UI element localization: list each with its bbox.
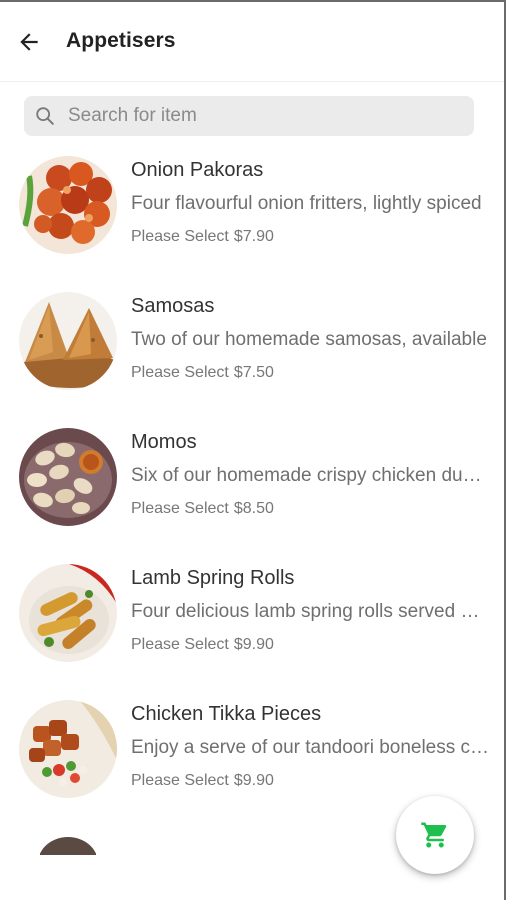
menu-item[interactable]: Lamb Spring Rolls Four delicious lamb sp… <box>0 560 504 696</box>
item-meta: Please Select $7.50 <box>131 364 274 382</box>
search-bar[interactable] <box>24 96 474 136</box>
item-description: Four delicious lamb spring rolls served … <box>131 601 493 622</box>
app-screen: Appetisers Search for item Onion Pakoras… <box>0 0 506 900</box>
item-meta: Please Select $9.90 <box>131 636 274 654</box>
item-meta: Please Select $9.90 <box>131 772 274 790</box>
menu-item-list: Onion Pakoras Four flavourful onion frit… <box>0 152 504 832</box>
item-description: Six of our homemade crispy chicken dumpl… <box>131 465 493 486</box>
item-meta: Please Select $8.50 <box>131 500 274 518</box>
arrow-left-icon <box>20 33 38 51</box>
item-image <box>19 700 117 798</box>
header-bar: Appetisers <box>0 2 504 82</box>
search-input[interactable] <box>66 104 450 128</box>
shopping-cart-icon <box>421 822 447 848</box>
item-price: $7.50 <box>233 364 274 381</box>
item-price: $9.90 <box>233 772 274 789</box>
item-description: Four flavourful onion fritters, lightly … <box>131 193 482 214</box>
cart-button[interactable] <box>396 796 474 874</box>
item-name: Samosas <box>131 295 215 317</box>
menu-item[interactable]: Onion Pakoras Four flavourful onion frit… <box>0 152 504 288</box>
item-name: Onion Pakoras <box>131 159 264 181</box>
item-select-label: Please Select <box>131 500 229 517</box>
menu-item[interactable]: Momos Six of our homemade crispy chicken… <box>0 424 504 560</box>
item-image <box>19 564 117 662</box>
item-price: $7.90 <box>233 228 274 245</box>
page-title: Appetisers <box>66 29 176 52</box>
item-name: Lamb Spring Rolls <box>131 567 295 589</box>
item-meta: Please Select $7.90 <box>131 228 274 246</box>
item-price: $8.50 <box>233 500 274 517</box>
item-select-label: Please Select <box>131 364 229 381</box>
menu-item[interactable]: Samosas Two of our homemade samosas, ava… <box>0 288 504 424</box>
item-select-label: Please Select <box>131 636 229 653</box>
item-select-label: Please Select <box>131 772 229 789</box>
item-image <box>19 428 117 526</box>
item-name: Momos <box>131 431 197 453</box>
item-select-label: Please Select <box>131 228 229 245</box>
item-image <box>19 292 117 390</box>
item-description: Two of our homemade samosas, available <box>131 329 487 350</box>
item-image-partial <box>40 835 96 855</box>
search-icon <box>36 107 54 125</box>
back-button[interactable] <box>14 27 44 57</box>
item-description: Enjoy a serve of our tandoori boneless c… <box>131 737 493 758</box>
item-price: $9.90 <box>233 636 274 653</box>
item-name: Chicken Tikka Pieces <box>131 703 322 725</box>
item-image <box>19 156 117 254</box>
